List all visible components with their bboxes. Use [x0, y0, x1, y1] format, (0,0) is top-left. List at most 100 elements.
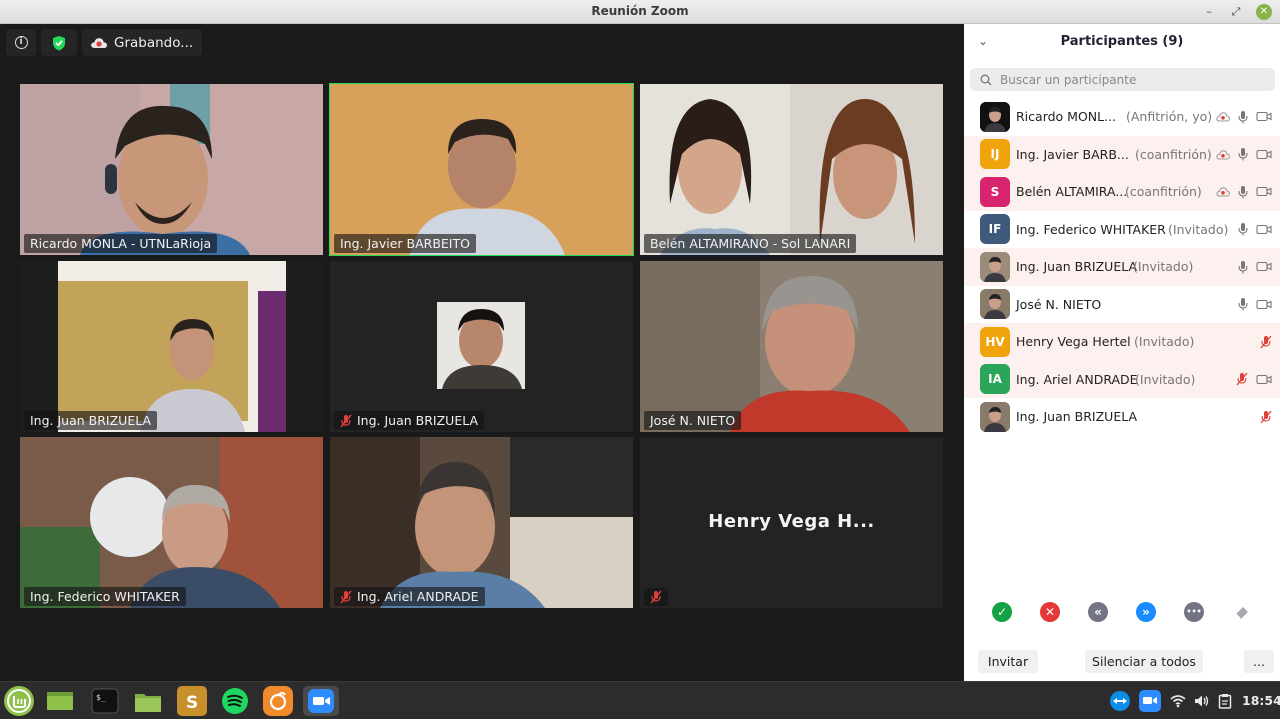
maximize-button[interactable]: ⤢ — [1228, 4, 1244, 20]
mic-icon[interactable] — [1238, 260, 1248, 274]
participant-name: Ing. Juan BRIZUELA — [1016, 259, 1138, 275]
sublime-icon[interactable]: S — [177, 686, 207, 716]
participants-panel: ⌄ Participantes (9) Ricardo MONL... (Anfi… — [964, 24, 1280, 681]
video-tile-1[interactable]: Ricardo MONLA - UTNLaRioja — [20, 84, 323, 255]
video-tile-8[interactable]: Ing. Ariel ANDRADE — [330, 437, 633, 608]
info-icon: i — [14, 36, 28, 49]
camera-icon[interactable] — [1256, 186, 1272, 197]
wifi-icon[interactable] — [1170, 694, 1186, 708]
minimize-button[interactable]: – — [1201, 4, 1217, 20]
video-tile-9[interactable]: Henry Vega H... — [640, 437, 943, 608]
more-reaction-icon[interactable]: ••• — [1184, 602, 1204, 622]
avatar: IJ — [980, 139, 1010, 170]
mic-icon[interactable] — [1238, 185, 1248, 199]
video-tile-6[interactable]: José N. NIETO — [640, 261, 943, 432]
muted-mic-icon[interactable] — [1236, 372, 1248, 386]
muted-mic-icon[interactable] — [1260, 410, 1272, 424]
participant-list: Ricardo MONL... (Anfitrión, yo) IJ Ing. Jav… — [964, 98, 1280, 436]
participant-row[interactable]: S Belén ALTAMIRA... (coanfitrión) — [964, 173, 1280, 211]
participant-name: Belén ALTAMIRA... — [1016, 184, 1128, 200]
volume-icon[interactable] — [1194, 694, 1210, 708]
mute-all-button[interactable]: Silenciar a todos — [1085, 650, 1203, 673]
participant-video — [20, 437, 323, 608]
files-icon[interactable] — [133, 686, 163, 716]
avatar — [980, 101, 1010, 132]
camera-icon[interactable] — [1256, 261, 1272, 272]
recording-indicator[interactable]: Grabando... — [82, 29, 202, 56]
muted-mic-icon[interactable] — [1260, 335, 1272, 349]
zoom-tray-icon[interactable] — [1138, 689, 1162, 713]
svg-text:$_: $_ — [96, 693, 106, 702]
mic-icon[interactable] — [1238, 222, 1248, 236]
terminal-icon[interactable]: $_ — [90, 686, 120, 716]
participant-status-icons — [1238, 297, 1272, 311]
participant-search[interactable] — [970, 68, 1275, 91]
participant-video — [20, 261, 323, 432]
participant-name-tag: Ricardo MONLA - UTNLaRioja — [24, 234, 218, 253]
spotify-icon[interactable] — [220, 686, 250, 716]
clipboard-icon[interactable] — [1218, 693, 1232, 709]
search-input[interactable] — [1000, 72, 1260, 87]
mic-icon[interactable] — [1238, 297, 1248, 311]
camera-icon[interactable] — [1256, 299, 1272, 310]
participant-status-icons — [1216, 110, 1272, 124]
close-button[interactable]: ✕ — [1256, 4, 1272, 20]
participant-video — [640, 84, 943, 255]
zoom-taskbar-icon[interactable] — [303, 686, 339, 716]
participant-row[interactable]: Ricardo MONL... (Anfitrión, yo) — [964, 98, 1280, 136]
participant-row[interactable]: IA Ing. Ariel ANDRADE (Invitado) — [964, 360, 1280, 398]
participant-name-tag: Ing. Ariel ANDRADE — [334, 587, 485, 606]
participant-row[interactable]: José N. NIETO — [964, 286, 1280, 324]
video-tile-2[interactable]: Ing. Javier BARBEITO — [329, 83, 634, 256]
panel-title: Participantes (9) — [1060, 34, 1184, 49]
video-tile-5[interactable]: Ing. Juan BRIZUELA — [330, 261, 633, 432]
camera-icon[interactable] — [1256, 224, 1272, 235]
avatar: S — [980, 176, 1010, 207]
camera-icon[interactable] — [1256, 149, 1272, 160]
clear-reaction-icon[interactable] — [1232, 602, 1252, 622]
participant-role: (Invitado) — [1168, 221, 1229, 237]
participant-row[interactable]: HV Henry Vega Hertel (Invitado) — [964, 323, 1280, 361]
meeting-info-button[interactable]: i — [6, 29, 36, 56]
participant-row[interactable]: IJ Ing. Javier BARB... (coanfitrión) — [964, 135, 1280, 173]
participant-name: Ing. Juan BRIZUELA — [357, 413, 479, 428]
participant-row[interactable]: Ing. Juan BRIZUELA (Invitado) — [964, 248, 1280, 286]
panel-header: ⌄ Participantes (9) — [964, 24, 1280, 62]
video-tile-7[interactable]: Ing. Federico WHITAKER — [20, 437, 323, 608]
participant-display-name: Henry Vega H... — [708, 511, 875, 532]
participant-name: Ing. Ariel ANDRADE — [357, 589, 479, 604]
participant-name-tag: Belén ALTAMIRANO - Sol LANARI — [644, 234, 857, 253]
mic-icon[interactable] — [1238, 110, 1248, 124]
security-button[interactable] — [41, 29, 77, 56]
system-tray — [1108, 682, 1232, 719]
clock[interactable]: 18:54 — [1242, 693, 1280, 708]
invite-button[interactable]: Invitar — [978, 650, 1038, 673]
slower-reaction-icon[interactable]: « — [1088, 602, 1108, 622]
participant-name: Ricardo MONLA - UTNLaRioja — [30, 236, 212, 251]
participant-row[interactable]: Ing. Juan BRIZUELA — [964, 398, 1280, 436]
video-tile-3[interactable]: Belén ALTAMIRANO - Sol LANARI — [640, 84, 943, 255]
video-tile-4[interactable]: Ing. Juan BRIZUELA — [20, 261, 323, 432]
muted-mic-icon — [650, 590, 662, 604]
svg-text:S: S — [186, 693, 198, 713]
camera-icon[interactable] — [1256, 374, 1272, 385]
yes-reaction-icon[interactable]: ✓ — [992, 602, 1012, 622]
show-desktop-icon[interactable] — [45, 686, 75, 716]
participant-status-icons — [1260, 335, 1272, 349]
mic-icon[interactable] — [1238, 147, 1248, 161]
faster-reaction-icon[interactable]: » — [1136, 602, 1156, 622]
app-icon[interactable] — [263, 686, 293, 716]
camera-icon[interactable] — [1256, 111, 1272, 122]
more-options-button[interactable]: ... — [1244, 650, 1274, 673]
cloud-record-icon — [91, 38, 108, 48]
shield-icon — [53, 35, 65, 50]
taskbar: $_ S 18:54 — [0, 681, 1280, 719]
teamviewer-icon[interactable] — [1108, 689, 1132, 713]
no-reaction-icon[interactable]: ✕ — [1040, 602, 1060, 622]
participant-video — [330, 437, 633, 608]
participant-row[interactable]: IF Ing. Federico WHITAKER (Invitado) — [964, 211, 1280, 249]
participant-name: José N. NIETO — [650, 413, 736, 428]
mint-menu-icon[interactable] — [4, 686, 34, 716]
participant-name: Ing. Federico WHITAKER — [1016, 221, 1166, 237]
muted-mic-icon — [340, 590, 352, 603]
